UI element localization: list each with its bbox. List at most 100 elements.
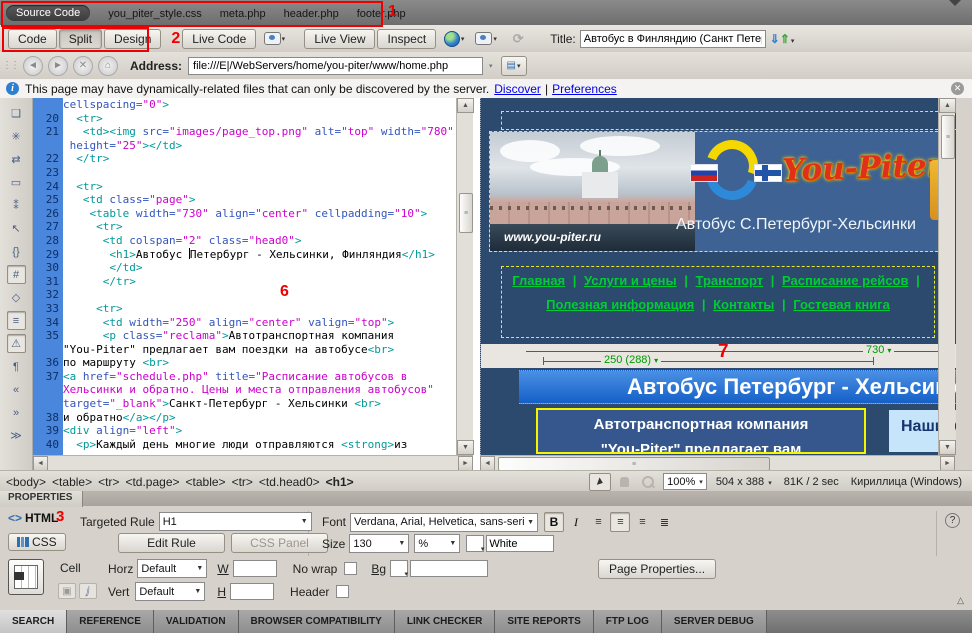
text-color-swatch[interactable] [466,535,484,552]
nav-link[interactable]: Расписание рейсов [782,273,908,288]
highlight-invalid-icon[interactable]: ◇ [7,288,26,307]
live-view-button[interactable]: Live View [304,29,375,49]
tag-selector-item[interactable]: <tr> [232,475,253,489]
align-left-icon[interactable]: ≡ [588,512,608,532]
scroll-left-icon[interactable]: ◄ [33,456,48,471]
code-line[interactable]: <p class="reclama">Автотранспортная комп… [63,329,456,343]
open-documents-icon[interactable]: ❑ [7,104,26,123]
split-cell-icon[interactable]: ⅉ [79,583,97,599]
design-view-pane[interactable]: You-Piter Автобус С.Петербург-Хельсинки … [480,98,972,470]
panel-collapse-icon[interactable]: △ [957,595,964,606]
align-right-icon[interactable]: ≡ [632,512,652,532]
format-source-icon[interactable]: » [7,403,26,422]
page-top-cell[interactable] [501,111,956,130]
bg-input[interactable] [410,560,488,577]
tag-selector-item[interactable]: <table> [186,475,226,489]
design-scroll-down-icon[interactable]: ▼ [939,440,956,455]
results-tab-reference[interactable]: REFERENCE [67,610,154,633]
window-size-dropdown[interactable]: 504 x 388 ▾ [716,476,772,488]
page-heading-bar[interactable]: Автобус Петербург - Хельсинки [519,370,956,404]
company-card[interactable]: Автотранспортная компания "You-Piter" пр… [536,408,866,454]
results-tab-browser-compatibility[interactable]: BROWSER COMPATIBILITY [239,610,395,633]
italic-button[interactable]: I [566,512,586,532]
code-line[interactable]: </tr> [63,275,456,289]
results-tab-validation[interactable]: VALIDATION [154,610,239,633]
nav-link[interactable]: Услуги и цены [584,273,677,288]
code-line[interactable]: <td><img src="images/page_top.png" alt="… [63,125,456,139]
preview-browser-globe-icon[interactable]: ▾ [441,29,467,49]
file-transfer-icon[interactable]: ⇓⇑▾ [770,32,795,46]
h-input[interactable] [230,583,274,600]
back-icon[interactable]: ◄ [23,56,43,76]
size-unit-dropdown[interactable]: %▼ [414,534,460,553]
edit-rule-button[interactable]: Edit Rule [118,533,225,553]
design-document[interactable]: You-Piter Автобус С.Петербург-Хельсинки … [480,98,956,455]
collapse-full-tag-icon[interactable]: ⇄ [7,150,26,169]
design-hscroll-thumb[interactable]: ≡ [498,457,770,471]
css-mode-button[interactable]: CSS [8,533,66,551]
refresh-icon[interactable]: ⟳ [505,29,531,49]
validate-page-icon[interactable]: ▾ [473,29,499,49]
discover-link[interactable]: Discover [494,82,541,96]
font-dropdown[interactable]: Verdana, Arial, Helvetica, sans-serif▼ [350,513,538,532]
collapse-selection-icon[interactable]: ▭ [7,173,26,192]
nav-link[interactable]: Контакты [713,297,774,312]
magnification-dropdown[interactable]: 100%▾ [663,473,707,490]
balance-braces-icon[interactable]: {} [7,242,26,261]
code-navigator-icon[interactable]: ✳ [7,127,26,146]
code-line[interactable]: <td colspan="2" class="head0"> [63,234,456,248]
nav-link[interactable]: Транспорт [696,273,764,288]
code-line[interactable]: по маршруту <br> [63,356,456,370]
select-parent-tag-icon[interactable]: ↖ [7,219,26,238]
align-justify-icon[interactable]: ≣ [654,512,674,532]
code-line[interactable]: <div align="left"> [63,424,456,438]
code-line[interactable]: и обратно</a></p> [63,411,456,425]
zoom-tool-icon[interactable] [637,473,659,491]
live-code-button[interactable]: Live Code [182,29,256,49]
site-banner[interactable]: You-Piter Автобус С.Петербург-Хельсинки … [489,131,943,252]
code-line[interactable]: <p>Каждый день многие люди отправляются … [63,438,456,452]
address-input[interactable] [188,57,483,75]
bg-color-swatch[interactable] [390,560,408,577]
tag-selector-item[interactable]: <tr> [98,475,119,489]
code-line[interactable]: <tr> [63,302,456,316]
code-line[interactable]: <a href="schedule.php" title="Расписание… [63,370,456,384]
tag-selector-item[interactable]: <td.page> [125,475,179,489]
tag-selector-item[interactable]: <h1> [326,475,354,489]
syntax-error-alerts-icon[interactable]: ⚠ [7,334,26,353]
more-tools-icon[interactable]: ≫ [7,426,26,445]
code-editor-pane[interactable]: 2021222324252627282930313233343536373839… [33,98,473,470]
code-line[interactable] [63,166,456,180]
preferences-link[interactable]: Preferences [552,82,617,96]
page-properties-button[interactable]: Page Properties... [598,559,716,579]
code-line[interactable]: </tr> [63,152,456,166]
file-tab-4[interactable]: footer.php [357,8,406,20]
word-wrap-icon[interactable]: ≡ [7,311,26,330]
html-mode-button[interactable]: HTML [25,511,58,525]
bold-button[interactable]: B [544,512,564,532]
code-line[interactable]: <tr> [63,220,456,234]
code-line[interactable]: height="25"></td> [63,139,456,153]
targeted-rule-dropdown[interactable]: H1▼ [159,512,312,531]
align-center-icon[interactable]: ≡ [610,512,630,532]
line-numbers-icon[interactable]: # [7,265,26,284]
remove-comment-icon[interactable]: « [7,380,26,399]
scroll-right-icon[interactable]: ► [458,456,473,471]
results-tab-link-checker[interactable]: LINK CHECKER [395,610,496,633]
design-scroll-left-icon[interactable]: ◄ [480,456,495,471]
design-vscroll-thumb[interactable]: ≡ [941,115,955,159]
file-tab-1[interactable]: you_piter_style.css [108,8,202,20]
results-tab-search[interactable]: SEARCH [0,610,67,633]
design-scroll-right-icon[interactable]: ► [940,456,955,471]
nav-link[interactable]: Гостевая книга [793,297,890,312]
design-horizontal-scrollbar[interactable]: ◄ ≡ ► [480,455,955,470]
width-label-730[interactable]: 730 ▾ [863,344,894,356]
css-panel-button[interactable]: CSS Panel [231,533,328,553]
tag-selector-item[interactable]: <body> [6,475,46,489]
design-view-button[interactable]: Design [104,29,161,49]
select-tool-icon[interactable] [589,473,611,491]
code-line[interactable]: <td width="250" align="center" valign="t… [63,316,456,330]
code-vscroll-thumb[interactable]: ≡ [459,193,473,233]
code-line[interactable]: <table width="730" align="center" cellpa… [63,207,456,221]
code-line[interactable]: cellspacing="0"> [63,98,456,112]
